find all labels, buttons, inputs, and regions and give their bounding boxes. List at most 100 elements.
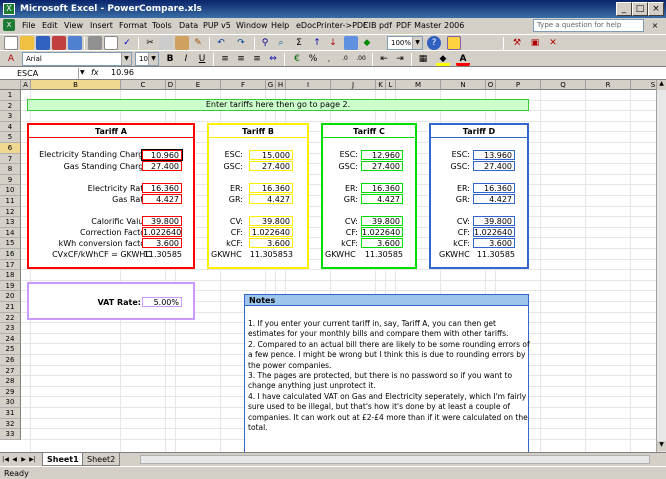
new-icon[interactable] — [4, 36, 18, 50]
copy-icon[interactable] — [159, 36, 173, 50]
fill-color-icon[interactable]: ◆ — [436, 52, 450, 66]
column-header[interactable]: L — [386, 80, 396, 90]
tariff-a-er-input[interactable]: 16.360 — [142, 183, 182, 193]
drawing-icon[interactable]: ◆ — [360, 36, 374, 50]
save-icon[interactable] — [36, 36, 50, 50]
insert-function-icon[interactable]: fx — [91, 67, 107, 79]
row-header[interactable]: 9 — [0, 174, 21, 186]
column-header[interactable]: N — [441, 80, 486, 90]
menu-edocprinter[interactable]: eDocPrinter->PDF — [296, 20, 368, 32]
maximize-button[interactable]: □ — [632, 2, 648, 16]
row-header[interactable]: 25 — [0, 344, 21, 355]
column-header[interactable]: O — [486, 80, 496, 90]
bold-icon[interactable]: B — [163, 52, 177, 66]
workbook-icon[interactable]: X — [3, 19, 15, 31]
tariff-a-esc-input[interactable]: 10.960 — [141, 149, 183, 161]
tariff-a-cv-input[interactable]: 39.800 — [142, 216, 182, 226]
row-header[interactable]: 13 — [0, 217, 21, 228]
pdf-icon[interactable] — [447, 36, 461, 50]
borders-icon[interactable]: ▦ — [416, 52, 430, 66]
font-size-select[interactable]: 10 ▼ — [135, 52, 159, 66]
tariff-d-gr-input[interactable]: 4.427 — [473, 194, 515, 204]
currency-icon[interactable]: € — [290, 52, 304, 66]
row-header[interactable]: 24 — [0, 333, 21, 345]
horizontal-scrollbar[interactable] — [140, 455, 650, 464]
menu-window[interactable]: Window — [236, 20, 268, 32]
row-header[interactable]: 26 — [0, 355, 21, 366]
align-left-icon[interactable]: ≡ — [218, 52, 232, 66]
column-header[interactable]: H — [276, 80, 286, 90]
row-header[interactable]: 16 — [0, 249, 21, 260]
close-workbook-icon[interactable]: × — [648, 20, 662, 32]
tariff-d-cf-input[interactable]: 1.022640 — [473, 227, 515, 237]
row-header[interactable]: 20 — [0, 291, 21, 302]
tariff-b-cf-input[interactable]: 1.022640 — [249, 227, 293, 237]
spelling-icon[interactable]: ✓ — [120, 36, 134, 50]
help-icon[interactable]: ? — [427, 36, 441, 50]
first-sheet-icon[interactable]: |◀ — [2, 455, 9, 465]
decrease-indent-icon[interactable]: ⇤ — [377, 52, 391, 66]
align-center-icon[interactable]: ≡ — [234, 52, 248, 66]
menu-pdf-master[interactable]: PDF Master 2006 — [396, 20, 464, 32]
next-sheet-icon[interactable]: ▶ — [20, 455, 27, 465]
column-header[interactable]: R — [586, 80, 631, 90]
row-header[interactable]: 27 — [0, 365, 21, 377]
column-header[interactable]: M — [396, 80, 441, 90]
sort-descending-icon[interactable]: ↓ — [326, 36, 340, 50]
hyperlink-icon[interactable]: ⚲ — [258, 36, 272, 50]
tariff-c-cf-input[interactable]: 1.022640 — [361, 227, 403, 237]
format-painter-icon[interactable]: ✎ — [191, 36, 205, 50]
menu-format[interactable]: Format — [119, 20, 147, 32]
menu-insert[interactable]: Insert — [90, 20, 113, 32]
tariff-c-gsc-input[interactable]: 27.400 — [361, 161, 403, 171]
menu-edit[interactable]: Edit — [42, 20, 58, 32]
row-header[interactable]: 11 — [0, 196, 21, 207]
row-header[interactable]: 6 — [0, 143, 21, 154]
tariff-d-kcf-input[interactable]: 3.600 — [473, 238, 515, 248]
column-header[interactable]: S — [631, 80, 656, 90]
name-box-dropdown-icon[interactable]: ▼ — [80, 67, 90, 79]
tools-icon[interactable]: ⚒ — [510, 36, 524, 50]
row-header[interactable]: 2 — [0, 100, 21, 112]
sheet-tab-2[interactable]: Sheet2 — [82, 453, 121, 466]
row-header[interactable]: 15 — [0, 238, 21, 249]
row-header[interactable]: 31 — [0, 408, 21, 419]
merge-center-icon[interactable]: ⇔ — [266, 52, 280, 66]
increase-decimal-icon[interactable]: .0 — [338, 52, 352, 66]
tariff-d-cv-input[interactable]: 39.800 — [473, 216, 515, 226]
tariff-c-gr-input[interactable]: 4.427 — [361, 194, 403, 204]
font-select[interactable]: Arial ▼ — [22, 52, 132, 66]
row-header[interactable]: 12 — [0, 206, 21, 218]
column-header[interactable]: P — [496, 80, 541, 90]
close-button[interactable]: × — [648, 2, 664, 16]
column-header[interactable]: F — [221, 80, 266, 90]
column-header[interactable]: K — [376, 80, 386, 90]
column-header[interactable]: B — [31, 80, 121, 90]
research-icon[interactable]: ⌕ — [274, 36, 288, 50]
sheet-tab-1[interactable]: Sheet1 — [42, 453, 84, 466]
row-header[interactable]: 30 — [0, 397, 21, 408]
row-header[interactable]: 28 — [0, 376, 21, 387]
print-preview-icon[interactable] — [104, 36, 118, 50]
tariff-a-gsc-input[interactable]: 27.400 — [142, 161, 182, 171]
print-icon[interactable] — [88, 36, 102, 50]
protect-icon[interactable]: ▣ — [528, 36, 542, 50]
select-all-corner[interactable] — [0, 80, 21, 90]
menu-view[interactable]: View — [64, 20, 83, 32]
tariff-b-gsc-input[interactable]: 27.400 — [249, 161, 293, 171]
tariff-b-esc-input[interactable]: 15.000 — [249, 150, 293, 160]
column-header[interactable]: E — [176, 80, 221, 90]
zoom-select[interactable]: 100% ▼ — [387, 36, 423, 50]
underline-icon[interactable]: U — [195, 52, 209, 66]
row-header[interactable]: 3 — [0, 111, 21, 122]
italic-icon[interactable]: I — [179, 52, 193, 66]
tariff-a-kcf-input[interactable]: 3.600 — [142, 238, 182, 248]
row-header[interactable]: 32 — [0, 418, 21, 430]
column-header[interactable]: G — [266, 80, 276, 90]
tariff-c-esc-input[interactable]: 12.960 — [361, 150, 403, 160]
email-icon[interactable] — [68, 36, 82, 50]
redo-icon[interactable]: ↷ — [234, 36, 248, 50]
column-header[interactable]: D — [166, 80, 176, 90]
prev-sheet-icon[interactable]: ◀ — [11, 455, 18, 465]
percent-icon[interactable]: % — [306, 52, 320, 66]
